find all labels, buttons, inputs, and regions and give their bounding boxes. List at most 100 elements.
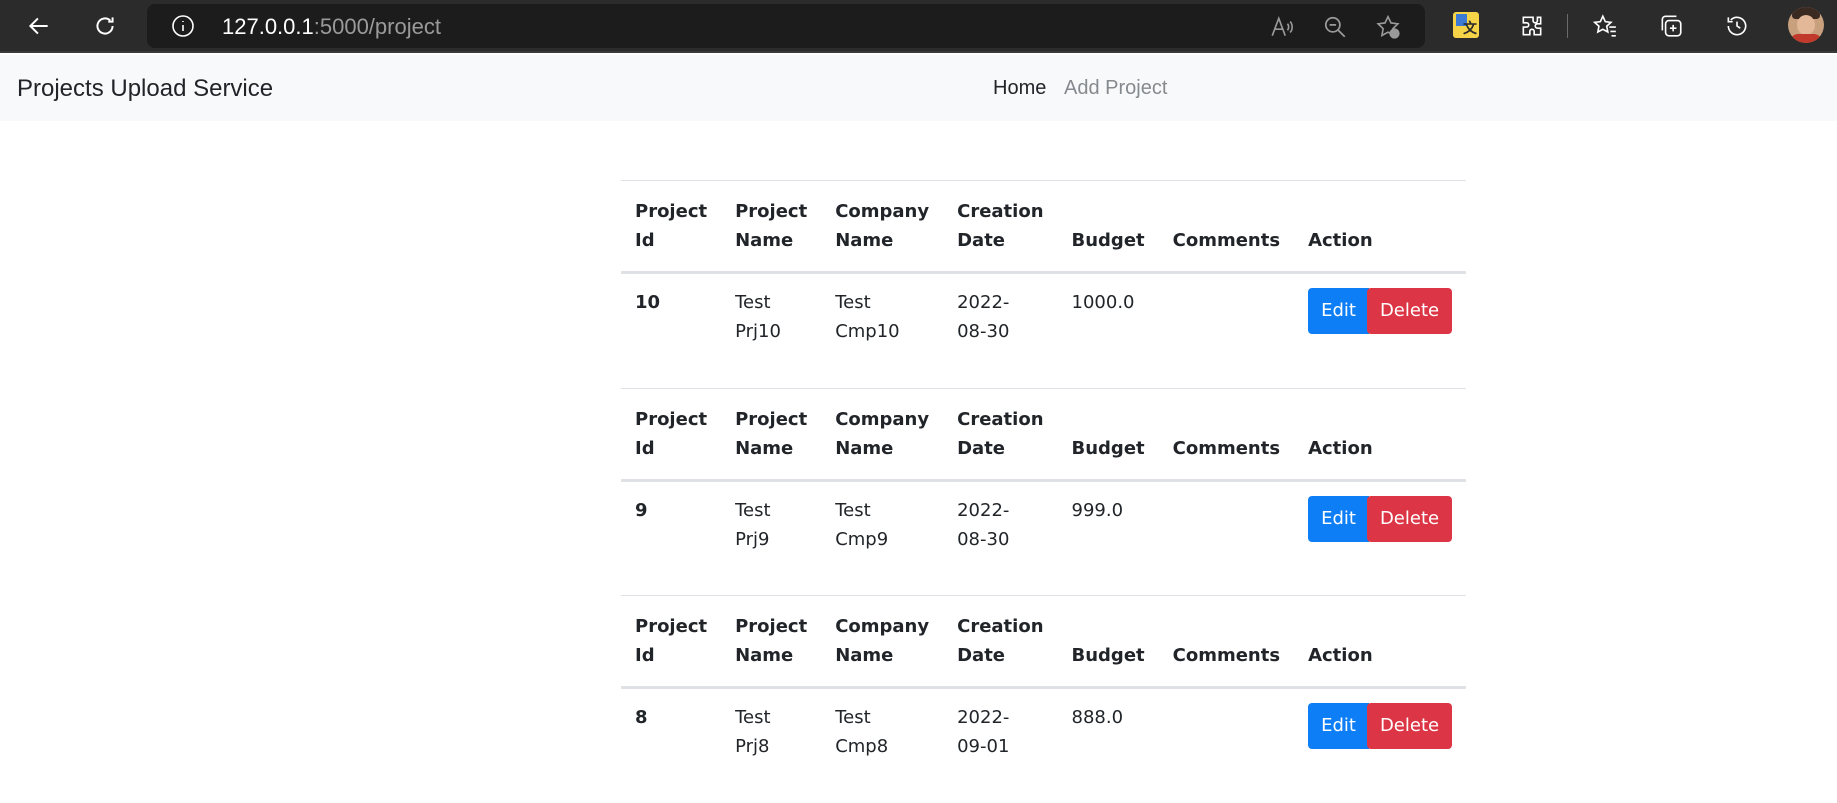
delete-button[interactable]: Delete xyxy=(1366,495,1453,542)
cell-actions: Edit Delete xyxy=(1294,688,1466,803)
cell-project-name-line2: Prj9 xyxy=(735,528,770,550)
header-company-name: Company Name xyxy=(821,180,944,274)
url-path: :5000/project xyxy=(313,14,441,39)
header-project-name-line1: Project xyxy=(735,616,808,637)
header-project-name: Project Name xyxy=(721,180,822,274)
delete-button[interactable]: Delete xyxy=(1366,288,1453,334)
cell-creation-date-line1: 2022- xyxy=(957,499,1010,521)
cell-budget: 999.0 xyxy=(1071,499,1124,521)
header-company-name-line1: Company xyxy=(835,616,930,637)
header-company-name-line1: Company xyxy=(835,201,930,222)
cell-company-name-line1: Test xyxy=(835,292,871,313)
header-project-name-line1: Project xyxy=(735,201,808,222)
cell-company-name-line2: Cmp10 xyxy=(835,321,900,342)
zoom-out-icon[interactable] xyxy=(1322,14,1348,40)
address-bar[interactable]: 127.0.0.1:5000/project xyxy=(147,4,1425,48)
navbar-brand[interactable]: Projects Upload Service xyxy=(17,75,273,103)
header-project-id-line2: Id xyxy=(635,230,655,251)
header-budget: Budget xyxy=(1057,180,1159,274)
edit-button[interactable]: Edit xyxy=(1308,495,1369,542)
cell-actions: Edit Delete xyxy=(1294,480,1466,595)
header-project-name: Project Name xyxy=(721,595,822,689)
cell-project-name-line1: Test xyxy=(735,707,771,728)
header-company-name-line2: Name xyxy=(835,437,894,459)
header-project-id: Project Id xyxy=(621,595,722,689)
cell-project-name: Test Prj10 xyxy=(721,273,821,388)
cell-creation-date: 2022- 08-30 xyxy=(943,480,1057,595)
cell-actions: Edit Delete xyxy=(1294,273,1466,388)
cell-creation-date-line1: 2022- xyxy=(957,292,1010,313)
cell-project-name-line2: Prj8 xyxy=(735,736,770,757)
cell-project-name-line2: Prj10 xyxy=(735,321,781,342)
header-project-id-line1: Project xyxy=(635,408,708,430)
add-favorite-icon[interactable] xyxy=(1375,14,1401,40)
header-creation-date-line2: Date xyxy=(957,437,1006,459)
header-creation-date-line1: Creation xyxy=(957,201,1044,222)
profile-avatar[interactable] xyxy=(1788,7,1824,43)
info-icon[interactable] xyxy=(171,14,195,38)
header-project-id-line2: Id xyxy=(635,645,655,666)
header-project-name-line2: Name xyxy=(735,645,794,666)
extensions-icon[interactable] xyxy=(1513,8,1551,44)
favorites-icon[interactable] xyxy=(1586,8,1624,44)
projects-list: Project Id Project Name Company Name Creation D… xyxy=(621,180,1467,803)
header-project-name: Project Name xyxy=(721,387,822,482)
cell-comments xyxy=(1159,688,1294,803)
header-company-name: Company Name xyxy=(821,595,944,689)
header-creation-date-line2: Date xyxy=(957,230,1006,251)
cell-budget: 888.0 xyxy=(1071,707,1124,728)
cell-company-name: Test Cmp8 xyxy=(821,688,943,803)
header-project-name-line2: Name xyxy=(735,437,794,459)
edit-button[interactable]: Edit xyxy=(1308,288,1369,334)
header-project-name-line1: Project xyxy=(735,408,808,430)
header-creation-date: Creation Date xyxy=(943,180,1058,274)
header-comments: Comments xyxy=(1158,180,1295,274)
cell-company-name-line1: Test xyxy=(835,707,871,728)
table-header: Project Id Project Name Company Name Creation D… xyxy=(621,595,1467,689)
header-project-id-line2: Id xyxy=(635,437,655,459)
header-budget: Budget xyxy=(1057,387,1159,482)
cell-project-name-line1: Test xyxy=(735,292,771,313)
header-comments: Comments xyxy=(1158,387,1295,482)
nav-home-link[interactable]: Home xyxy=(993,77,1046,100)
url-host: 127.0.0.1 xyxy=(222,14,314,39)
edit-button[interactable]: Edit xyxy=(1308,703,1369,749)
table-header: Project Id Project Name Company Name Creation D… xyxy=(621,387,1467,482)
cell-project-id: 9 xyxy=(635,499,648,521)
header-project-id-line1: Project xyxy=(635,201,708,222)
read-aloud-icon[interactable] xyxy=(1269,14,1295,40)
header-project-id: Project Id xyxy=(621,180,722,274)
cell-company-name: Test Cmp9 xyxy=(821,480,943,595)
header-creation-date-line2: Date xyxy=(957,645,1006,666)
project-table: Project Id Project Name Company Name Creation D… xyxy=(621,387,1467,596)
cell-creation-date-line2: 08-30 xyxy=(957,321,1010,342)
header-company-name-line2: Name xyxy=(835,230,894,251)
header-company-name-line1: Company xyxy=(835,408,930,430)
header-budget: Budget xyxy=(1057,595,1159,689)
toolbar-separator xyxy=(1567,14,1568,38)
cell-project-name: Test Prj9 xyxy=(721,480,821,595)
collections-icon[interactable] xyxy=(1652,8,1690,44)
translate-icon[interactable]: 文 xyxy=(1453,12,1479,38)
cell-company-name-line2: Cmp8 xyxy=(835,736,889,757)
navbar: Projects Upload Service Home Add Project xyxy=(0,55,1837,121)
cell-company-name-line1: Test xyxy=(835,499,871,521)
header-action: Action xyxy=(1294,595,1467,689)
cell-creation-date-line1: 2022- xyxy=(957,707,1010,728)
back-icon[interactable] xyxy=(20,8,58,44)
header-creation-date: Creation Date xyxy=(943,387,1058,482)
header-project-name-line2: Name xyxy=(735,230,794,251)
header-project-id: Project Id xyxy=(621,387,722,482)
nav-add-project-link[interactable]: Add Project xyxy=(1064,77,1167,100)
cell-budget: 1000.0 xyxy=(1071,292,1135,313)
cell-creation-date-line2: 09-01 xyxy=(957,736,1010,757)
table-row: 9 Test Prj9 Test Cmp9 2022- 08-30 999.0 Edit Dele… xyxy=(621,480,1466,595)
header-action: Action xyxy=(1294,180,1467,274)
url-text[interactable]: 127.0.0.1:5000/project xyxy=(222,14,441,40)
history-icon[interactable] xyxy=(1718,8,1756,44)
table-row: 8 Test Prj8 Test Cmp8 2022- 09-01 888.0 Edit Dele… xyxy=(621,688,1466,803)
header-creation-date-line1: Creation xyxy=(957,616,1044,637)
cell-creation-date-line2: 08-30 xyxy=(957,528,1010,550)
delete-button[interactable]: Delete xyxy=(1366,703,1453,749)
refresh-icon[interactable] xyxy=(86,8,124,44)
